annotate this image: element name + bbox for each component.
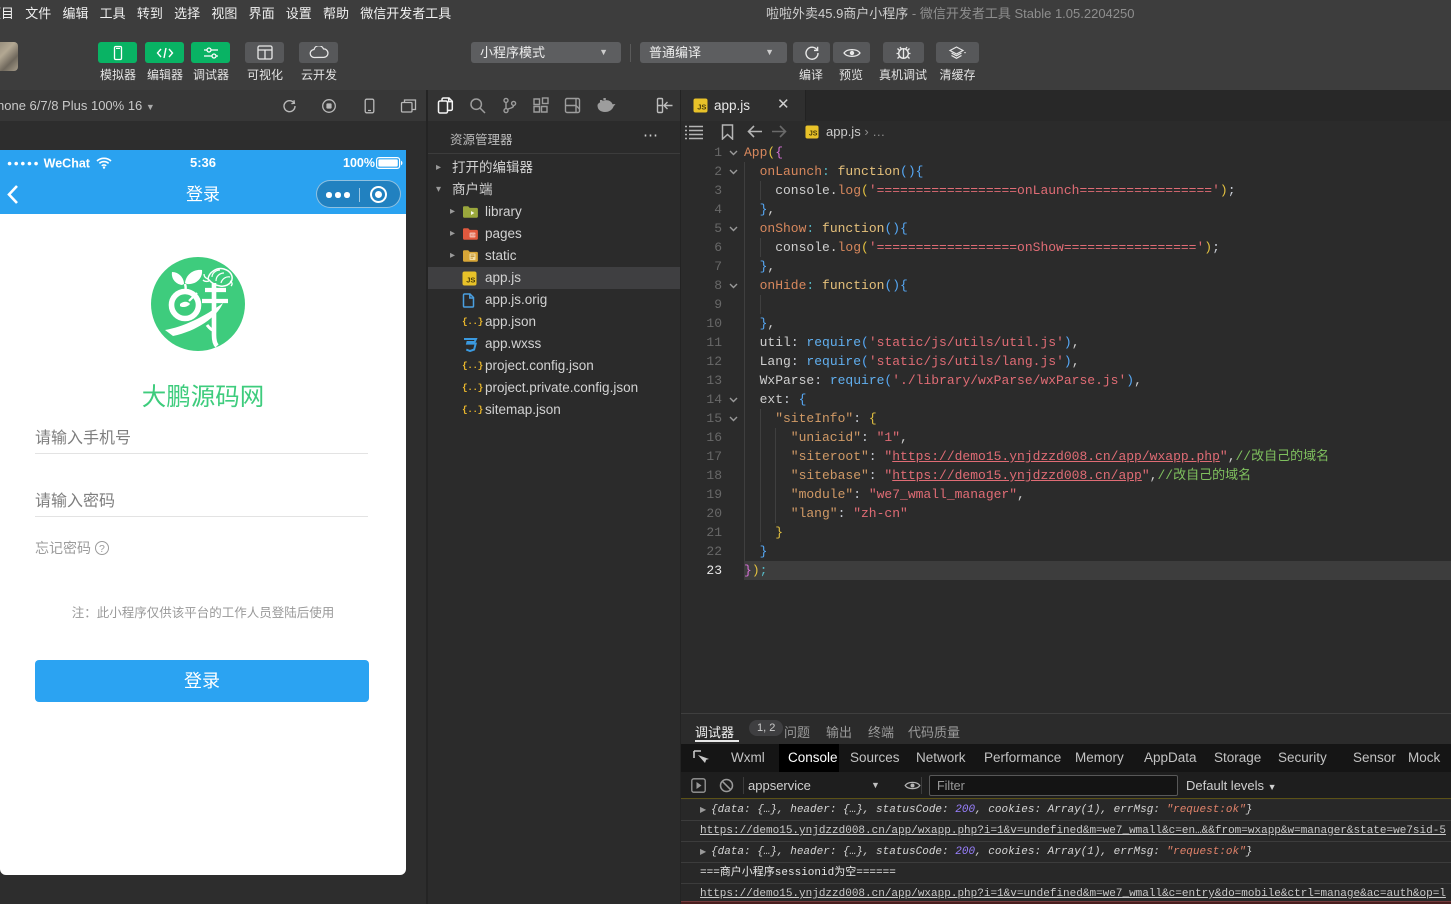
svg-text:<>: <> [470,233,476,239]
svg-text:JS: JS [466,275,475,284]
svg-text:JS: JS [809,131,818,138]
svg-text:JS: JS [697,103,706,112]
